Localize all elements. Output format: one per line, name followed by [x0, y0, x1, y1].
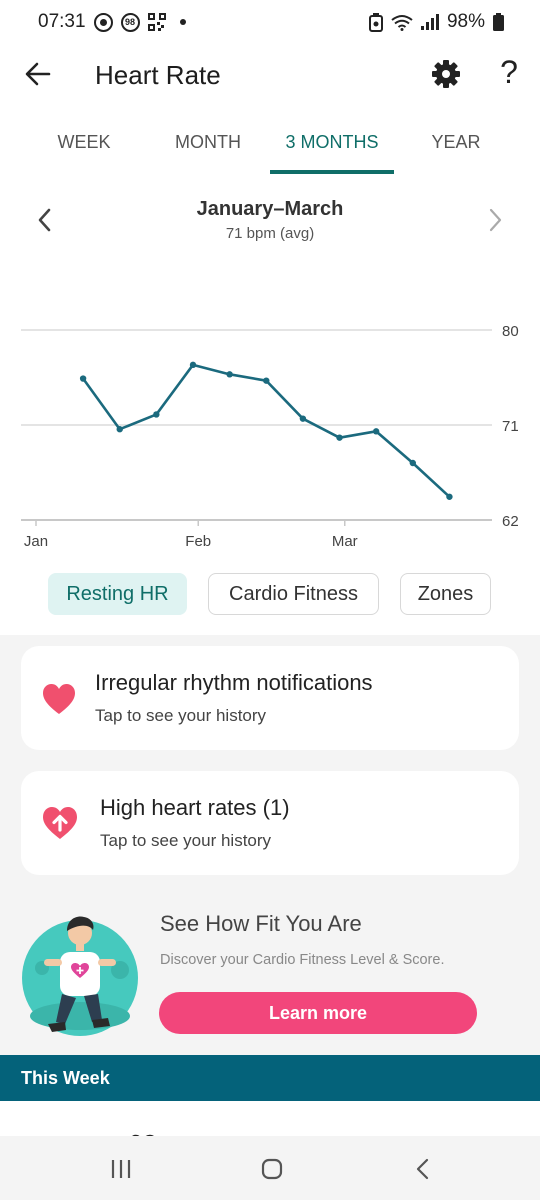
- back-button[interactable]: [22, 58, 54, 90]
- range-title: January–March: [196, 198, 344, 220]
- x-tick-label: Feb: [185, 533, 211, 550]
- heart-arrow-up-icon: [43, 807, 77, 839]
- tab-month[interactable]: MONTH: [146, 118, 270, 174]
- page-title: Heart Rate: [95, 60, 221, 90]
- data-point: [299, 415, 307, 422]
- x-tick-label: Mar: [332, 533, 358, 550]
- irregular-rhythm-card[interactable]: Irregular rhythm notifications Tap to se…: [21, 646, 519, 750]
- data-point: [226, 371, 233, 378]
- heart-icon: [43, 684, 75, 714]
- data-point: [372, 428, 380, 435]
- status-bar: 07:31 98 98%: [0, 0, 540, 44]
- chevron-right-icon: [489, 208, 502, 232]
- battery-saver-icon: [368, 12, 383, 32]
- back-chevron-icon: [416, 1158, 429, 1180]
- chip-zones[interactable]: Zones: [400, 573, 491, 615]
- app-bar: Heart Rate ?: [0, 50, 540, 100]
- range-navigator: January–March 71 bpm (avg): [0, 196, 540, 256]
- metric-chips: Resting HR Cardio Fitness Zones: [0, 573, 540, 615]
- notification-count-badge: 98: [120, 12, 140, 32]
- y-tick-label: 80: [502, 323, 519, 340]
- promo-subtitle: Discover your Cardio Fitness Level & Sco…: [160, 952, 445, 968]
- system-nav-bar: [0, 1136, 540, 1200]
- card-title: Irregular rhythm notifications: [95, 670, 373, 695]
- signal-icon: [420, 14, 439, 30]
- this-week-header: This Week: [0, 1055, 540, 1101]
- data-point: [446, 493, 453, 500]
- chip-resting-hr[interactable]: Resting HR: [48, 573, 187, 615]
- question-mark-icon: ?: [500, 54, 518, 90]
- card-subtitle: Tap to see your history: [95, 706, 267, 725]
- period-tabs: WEEK MONTH 3 MONTHS YEAR: [0, 118, 540, 174]
- range-average: 71 bpm (avg): [225, 225, 315, 242]
- home-button[interactable]: [257, 1154, 287, 1184]
- more-notifications-dot-icon: [179, 19, 186, 25]
- data-point: [336, 434, 343, 441]
- next-range-button[interactable]: [482, 204, 508, 236]
- battery-icon: [493, 13, 504, 31]
- x-tick-label: Jan: [24, 533, 48, 550]
- data-point: [263, 377, 270, 384]
- help-button[interactable]: ?: [494, 54, 524, 91]
- card-title: High heart rates (1): [100, 795, 290, 820]
- resting-hr-chart: 62 71 80 Jan Feb Mar: [21, 323, 519, 550]
- home-icon: [261, 1158, 283, 1180]
- settings-button[interactable]: [430, 58, 462, 90]
- y-tick-label: 71: [502, 418, 519, 435]
- data-point: [79, 375, 87, 382]
- tab-year[interactable]: YEAR: [394, 118, 518, 174]
- system-back-button[interactable]: [408, 1154, 438, 1184]
- tab-3-months[interactable]: 3 MONTHS: [270, 118, 394, 174]
- status-right: 98%: [368, 11, 504, 33]
- battery-percent: 98%: [446, 11, 485, 32]
- data-point: [153, 411, 160, 418]
- status-time: 07:31: [38, 11, 86, 32]
- chip-cardio-fitness[interactable]: Cardio Fitness: [208, 573, 379, 615]
- this-week-section: 62: [0, 1101, 540, 1141]
- status-left: 07:31 98: [38, 11, 186, 33]
- gear-icon: [432, 60, 460, 88]
- card-subtitle: Tap to see your history: [100, 831, 272, 850]
- high-heart-rates-card[interactable]: High heart rates (1) Tap to see your his…: [21, 771, 519, 875]
- media-disc-icon: [93, 12, 113, 32]
- learn-more-button[interactable]: Learn more: [159, 992, 477, 1034]
- data-point: [116, 426, 123, 433]
- recent-apps-button[interactable]: [106, 1154, 136, 1184]
- wifi-icon: [391, 14, 413, 31]
- qr-code-icon: [147, 13, 166, 31]
- recent-apps-icon: [111, 1160, 131, 1178]
- data-point: [409, 459, 416, 467]
- resting-hr-line: [82, 363, 451, 498]
- promo-title: See How Fit You Are: [160, 911, 362, 936]
- y-tick-label: 62: [502, 513, 519, 530]
- data-point: [189, 361, 197, 369]
- fitness-person-illustration: [22, 916, 138, 1036]
- arrow-left-icon: [25, 62, 51, 86]
- tab-week[interactable]: WEEK: [22, 118, 146, 174]
